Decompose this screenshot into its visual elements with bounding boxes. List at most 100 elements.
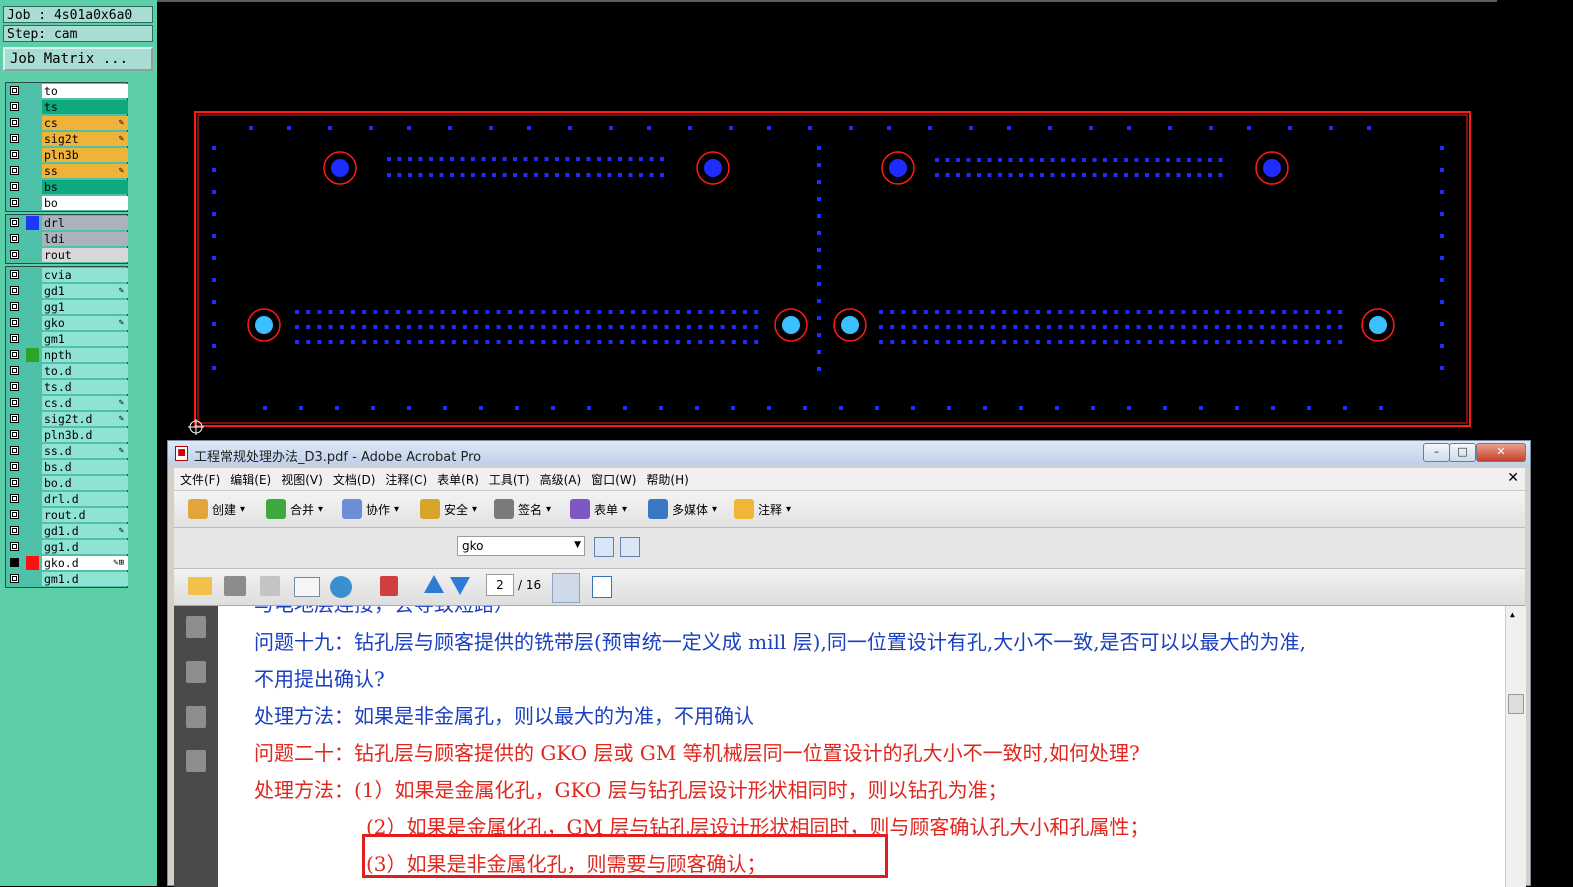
layer-row[interactable]: bo <box>6 195 128 211</box>
maximize-button[interactable]: □ <box>1449 443 1476 462</box>
layer-row[interactable]: cs.d ✎ <box>6 395 128 411</box>
toolbar-button[interactable]: 表单 ▾ <box>570 499 627 519</box>
layer-color-swatch[interactable] <box>26 100 39 114</box>
layer-select[interactable]: gko ▼ <box>457 536 585 556</box>
layer-color-swatch[interactable] <box>26 284 39 298</box>
menu-item[interactable]: 视图(V) <box>275 468 327 488</box>
layer-color-swatch[interactable] <box>26 348 39 362</box>
cam-board-view[interactable] <box>157 0 1573 440</box>
layer-color-swatch[interactable] <box>26 396 39 410</box>
web-icon[interactable] <box>330 576 352 598</box>
fit-width-icon[interactable] <box>552 573 580 603</box>
layer-row[interactable]: gg1.d <box>6 539 128 555</box>
layer-checkbox[interactable] <box>10 302 19 311</box>
layer-checkbox[interactable] <box>10 558 19 567</box>
layer-color-swatch[interactable] <box>26 540 39 554</box>
layer-color-swatch[interactable] <box>26 412 39 426</box>
layer-row[interactable]: gd1.d ✎ <box>6 523 128 539</box>
bookmarks-icon[interactable] <box>186 661 206 683</box>
scroll-up-icon[interactable]: ▲ <box>1510 610 1515 619</box>
layer-color-swatch[interactable] <box>26 364 39 378</box>
layer-color-swatch[interactable] <box>26 196 39 210</box>
toolbar-button[interactable]: 多媒体 ▾ <box>648 499 717 519</box>
vertical-scrollbar[interactable]: ▲ <box>1505 606 1526 887</box>
layer-checkbox[interactable] <box>10 510 19 519</box>
layer-checkbox[interactable] <box>10 234 19 243</box>
toolbar-button[interactable]: 协作 ▾ <box>342 499 399 519</box>
layer-row[interactable]: gm1 <box>6 331 128 347</box>
layer-color-swatch[interactable] <box>26 164 39 178</box>
layer-color-swatch[interactable] <box>26 332 39 346</box>
layer-checkbox[interactable] <box>10 478 19 487</box>
fit-page-icon[interactable] <box>592 576 612 598</box>
toolbar-button[interactable]: 注释 ▾ <box>734 499 791 519</box>
job-matrix-button[interactable]: Job Matrix ... <box>3 47 153 71</box>
layer-color-swatch[interactable] <box>26 300 39 314</box>
layer-row[interactable]: bs.d <box>6 459 128 475</box>
layer-row[interactable]: ss.d ✎ <box>6 443 128 459</box>
menu-item[interactable]: 注释(C) <box>379 468 431 488</box>
menu-item[interactable]: 文档(D) <box>327 468 380 488</box>
layer-row[interactable]: cvia <box>6 267 128 283</box>
layer-row[interactable]: rout <box>6 247 128 263</box>
layer-row[interactable]: pln3b.d <box>6 427 128 443</box>
layer-row[interactable]: ldi <box>6 231 128 247</box>
layer-checkbox[interactable] <box>10 494 19 503</box>
layer-checkbox[interactable] <box>10 414 19 423</box>
layer-checkbox[interactable] <box>10 462 19 471</box>
layer-checkbox[interactable] <box>10 166 19 175</box>
layer-color-swatch[interactable] <box>26 428 39 442</box>
document-page[interactable]: 与电地层连接，会导致短路） 问题十九：钻孔层与顾客提供的铣带层(预审统一定义成 m… <box>218 606 1505 887</box>
layer-row[interactable]: gm1.d <box>6 571 128 587</box>
layer-color-swatch[interactable] <box>26 492 39 506</box>
menu-item[interactable]: 工具(T) <box>483 468 534 488</box>
layer-checkbox[interactable] <box>10 250 19 259</box>
page-number-input[interactable]: 2 <box>486 574 514 596</box>
layer-row[interactable]: gko.d ✎⊞ <box>6 555 128 571</box>
layer-checkbox[interactable] <box>10 198 19 207</box>
layer-row[interactable]: cs ✎ <box>6 115 128 131</box>
layer-color-swatch[interactable] <box>26 232 39 246</box>
layer-checkbox[interactable] <box>10 86 19 95</box>
layer-color-swatch[interactable] <box>26 572 39 586</box>
layer-row[interactable]: drl.d <box>6 491 128 507</box>
layer-checkbox[interactable] <box>10 542 19 551</box>
layer-row[interactable]: pln3b <box>6 147 128 163</box>
save-icon[interactable] <box>260 576 280 596</box>
layer-row[interactable]: sig2t ✎ <box>6 131 128 147</box>
layer-color-swatch[interactable] <box>26 180 39 194</box>
signatures-icon[interactable] <box>186 706 206 728</box>
layer-color-swatch[interactable] <box>26 248 39 262</box>
layer-checkbox[interactable] <box>10 366 19 375</box>
layer-checkbox[interactable] <box>10 350 19 359</box>
layer-checkbox[interactable] <box>10 382 19 391</box>
layers-icon[interactable] <box>186 750 206 772</box>
prev-layer-icon[interactable] <box>594 537 614 557</box>
toolbar-button[interactable]: 合并 ▾ <box>266 499 323 519</box>
stamp-icon[interactable] <box>380 576 398 596</box>
layer-color-swatch[interactable] <box>26 116 39 130</box>
layer-color-swatch[interactable] <box>26 132 39 146</box>
open-folder-icon[interactable] <box>188 577 212 595</box>
layer-checkbox[interactable] <box>10 150 19 159</box>
layer-row[interactable]: gd1 ✎ <box>6 283 128 299</box>
layer-color-swatch[interactable] <box>26 444 39 458</box>
layer-checkbox[interactable] <box>10 218 19 227</box>
layer-row[interactable]: gg1 <box>6 299 128 315</box>
close-window-button[interactable]: ✕ <box>1476 443 1526 462</box>
layer-checkbox[interactable] <box>10 526 19 535</box>
previous-page-icon[interactable] <box>424 575 444 593</box>
layer-checkbox[interactable] <box>10 118 19 127</box>
menu-item[interactable]: 高级(A) <box>534 468 586 488</box>
menu-item[interactable]: 窗口(W) <box>585 468 640 488</box>
email-icon[interactable] <box>294 577 320 597</box>
menu-item[interactable]: 文件(F) <box>174 468 224 488</box>
toolbar-button[interactable]: 签名 ▾ <box>494 499 551 519</box>
menu-item[interactable]: 帮助(H) <box>640 468 692 488</box>
layer-checkbox[interactable] <box>10 446 19 455</box>
layer-color-swatch[interactable] <box>26 316 39 330</box>
next-page-icon[interactable] <box>450 577 470 595</box>
layer-checkbox[interactable] <box>10 430 19 439</box>
close-document-icon[interactable]: ✕ <box>1507 470 1519 486</box>
layer-row[interactable]: bs <box>6 179 128 195</box>
